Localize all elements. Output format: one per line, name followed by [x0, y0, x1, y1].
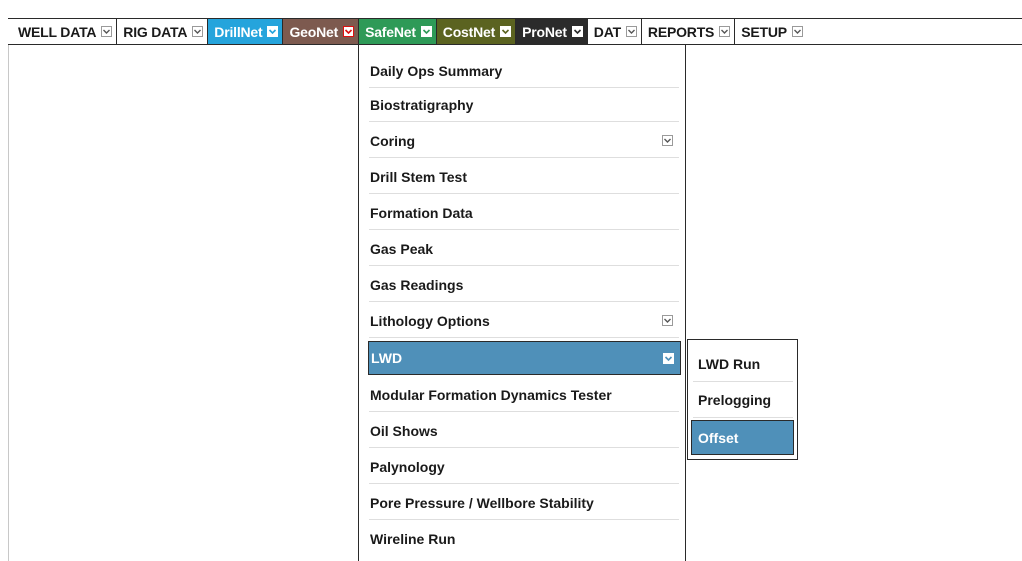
menu-item-oil-shows[interactable]: Oil Shows: [369, 414, 679, 448]
submenu-item-offset[interactable]: Offset: [691, 420, 794, 455]
chevron-down-icon[interactable]: [420, 26, 432, 37]
menu-item-label: Formation Data: [370, 204, 473, 221]
chevron-down-icon[interactable]: [267, 26, 279, 37]
submenu-item-label: LWD Run: [698, 355, 761, 372]
submenu-item-label: Offset: [698, 429, 739, 446]
menu-drillnet[interactable]: DrillNet: [208, 19, 284, 44]
chevron-down-icon: [662, 315, 673, 326]
menu-rig-data-label: RIG DATA: [123, 23, 188, 40]
chevron-down-icon[interactable]: [719, 26, 731, 37]
left-divider: [8, 45, 9, 561]
menu-item-wireline-run[interactable]: Wireline Run: [369, 522, 679, 556]
menu-well-data[interactable]: WELL DATA: [12, 19, 118, 44]
menu-safenet-label: SafeNet: [365, 23, 416, 40]
menu-item-gas-peak[interactable]: Gas Peak: [369, 232, 679, 266]
menu-reports-label: REPORTS: [647, 23, 715, 40]
menu-item-label: Drill Stem Test: [370, 168, 467, 185]
menu-safenet[interactable]: SafeNet: [359, 19, 437, 44]
menu-item-lwd[interactable]: LWD: [368, 341, 681, 375]
menu-item-label: Wireline Run: [370, 531, 456, 547]
chevron-down-icon[interactable]: [791, 26, 803, 37]
menu-item-coring[interactable]: Coring: [369, 124, 679, 158]
menu-item-label: LWD: [371, 350, 403, 366]
chevron-down-icon[interactable]: [192, 26, 204, 37]
menu-reports[interactable]: REPORTS: [642, 19, 736, 44]
menu-costnet[interactable]: CostNet: [436, 19, 517, 44]
chevron-down-icon[interactable]: [571, 26, 583, 37]
menu-item-label: Gas Readings: [370, 276, 464, 293]
menu-item-label: Gas Peak: [370, 240, 434, 257]
menu-pronet-label: ProNet: [522, 23, 567, 40]
menu-item-label: Biostratigraphy: [370, 96, 474, 113]
menu-costnet-label: CostNet: [442, 23, 496, 40]
menu-geonet[interactable]: GeoNet: [283, 19, 360, 44]
chevron-down-icon[interactable]: [625, 26, 637, 37]
chevron-down-icon[interactable]: [101, 26, 113, 37]
menu-item-label: Daily Ops Summary: [370, 62, 503, 79]
menu-item-label: Oil Shows: [370, 422, 438, 439]
menu-pronet[interactable]: ProNet: [516, 19, 588, 44]
menu-item-label: Lithology Options: [370, 312, 490, 329]
menu-item-biostratigraphy[interactable]: Biostratigraphy: [369, 88, 679, 122]
menu-drillnet-label: DrillNet: [214, 23, 263, 40]
menu-item-formation-data[interactable]: Formation Data: [369, 196, 679, 230]
submenu-item-label: Prelogging: [698, 391, 772, 408]
menu-item-label: Palynology: [370, 458, 445, 475]
submenu-item-prelogging[interactable]: Prelogging: [693, 382, 793, 418]
geonet-dropdown: Daily Ops Summary Biostratigraphy Coring…: [358, 45, 686, 561]
menu-item-label: Modular Formation Dynamics Tester: [370, 386, 612, 403]
menu-item-gas-readings[interactable]: Gas Readings: [369, 268, 679, 302]
menu-item-daily-ops-summary[interactable]: Daily Ops Summary: [369, 54, 679, 88]
menu-rig-data[interactable]: RIG DATA: [117, 19, 209, 44]
chevron-down-icon[interactable]: [500, 26, 512, 37]
menu-setup-label: SETUP: [741, 23, 787, 40]
menu-well-data-label: WELL DATA: [18, 23, 97, 40]
menu-item-label: Coring: [370, 132, 416, 149]
menu-item-pore-pressure-wellbore-stability[interactable]: Pore Pressure / Wellbore Stability: [369, 486, 679, 520]
menu-item-modular-formation-dynamics-tester[interactable]: Modular Formation Dynamics Tester: [369, 378, 679, 412]
menu-dat[interactable]: DAT: [588, 19, 642, 44]
menu-item-palynology[interactable]: Palynology: [369, 450, 679, 484]
lwd-submenu: LWD Run Prelogging Offset: [687, 339, 798, 460]
submenu-item-lwd-run[interactable]: LWD Run: [693, 346, 793, 382]
menu-item-lithology-options[interactable]: Lithology Options: [369, 304, 679, 338]
menu-item-drill-stem-test[interactable]: Drill Stem Test: [369, 160, 679, 194]
menu-setup[interactable]: SETUP: [735, 19, 807, 44]
chevron-down-icon: [663, 352, 674, 364]
menu-item-label: Pore Pressure / Wellbore Stability: [370, 494, 594, 511]
chevron-down-icon: [662, 135, 673, 146]
menu-geonet-label: GeoNet: [289, 23, 339, 40]
top-menu-bar: WELL DATA RIG DATA DrillNet GeoNet SafeN…: [8, 18, 1022, 45]
chevron-down-icon[interactable]: [343, 26, 355, 37]
menu-dat-label: DAT: [593, 23, 621, 40]
